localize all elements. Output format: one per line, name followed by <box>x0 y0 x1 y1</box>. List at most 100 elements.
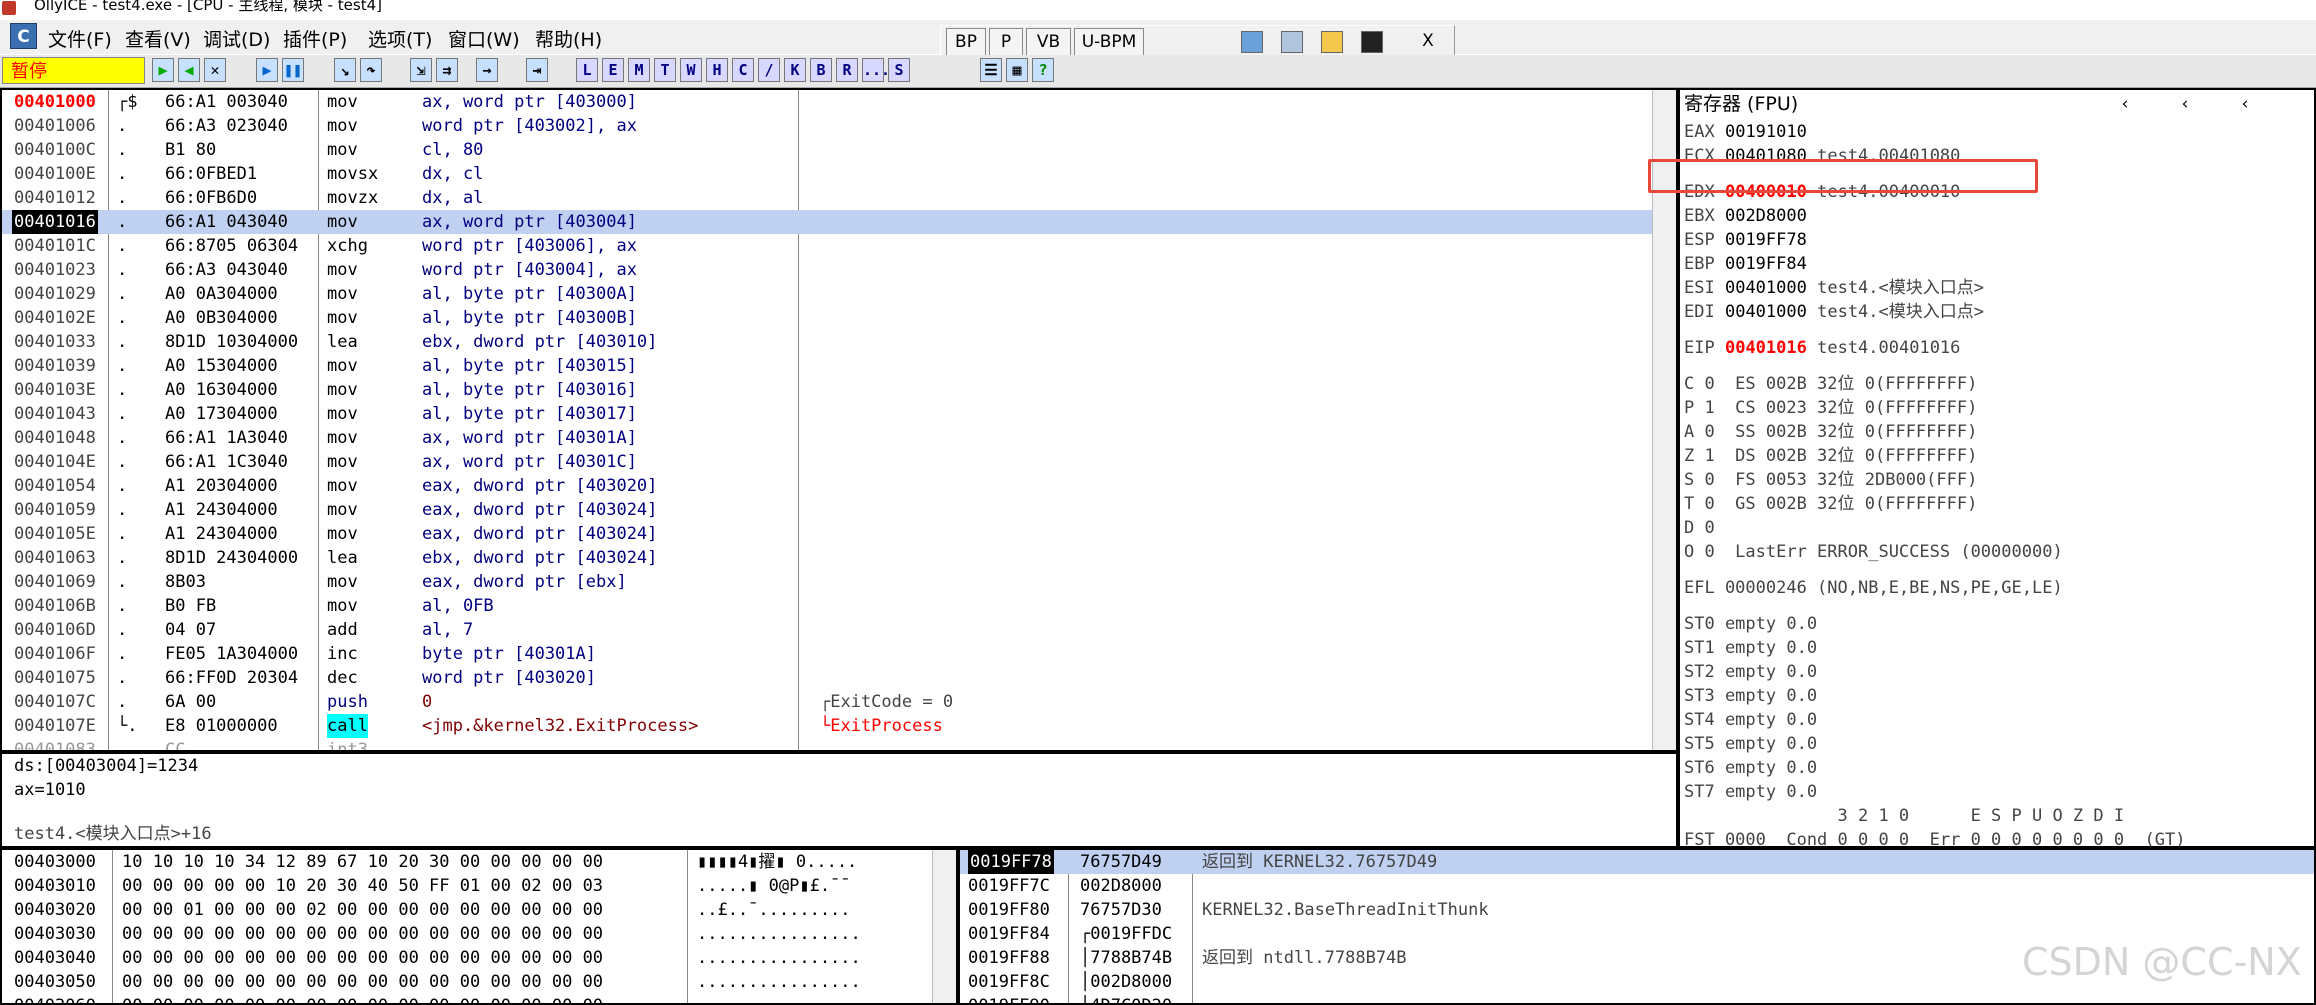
run-icon[interactable]: ▶ <box>256 58 278 82</box>
disasm-row[interactable]: 00401063. 8D1D 24304000 lea ebx, dword ptr … <box>2 546 1652 570</box>
callstack-window-button[interactable]: K <box>784 58 806 82</box>
close-plugin-toolbar-button[interactable]: X <box>1411 28 1445 56</box>
flag-row[interactable]: D 0 <box>1684 516 1715 540</box>
disasm-row[interactable]: 0040106F. FE05 1A304000 inc byte ptr [40301… <box>2 642 1652 666</box>
arrow-left-icon[interactable]: ‹ <box>2180 92 2190 116</box>
disasm-row[interactable]: 0040106B. B0 FB mov al, 0FB <box>2 594 1652 618</box>
disasm-row[interactable]: 00401000 ┌$ 66:A1 003040 mov ax, word ptr [4… <box>2 90 1652 114</box>
register-value[interactable]: 0019FF78 <box>1725 230 1807 250</box>
execute-till-return-icon[interactable]: → <box>476 58 498 82</box>
flag-row[interactable]: Z 1 DS 002B 32位 0(FFFFFFFF) <box>1684 444 1977 468</box>
folder-icon[interactable] <box>1321 31 1343 53</box>
flag-row[interactable]: C 0 ES 002B 32位 0(FFFFFFFF) <box>1684 372 1977 396</box>
flag-row[interactable]: P 1 CS 0023 32位 0(FFFFFFFF) <box>1684 396 1977 420</box>
fpu-st-row[interactable]: ST0 empty 0.0 <box>1684 612 1817 636</box>
disasm-row[interactable]: 0040105E. A1 24304000 mov eax, dword ptr [4… <box>2 522 1652 546</box>
log-window-button[interactable]: L <box>576 58 598 82</box>
source-window-button[interactable]: S <box>888 58 910 82</box>
register-esp[interactable]: ESP 0019FF78 <box>1684 228 1817 252</box>
breakpoints-window-button[interactable]: B <box>810 58 832 82</box>
stack-row[interactable]: 0019FF78 76757D49 返回到 KERNEL32.76757D49 <box>960 850 2314 874</box>
fpu-st-row[interactable]: ST4 empty 0.0 <box>1684 708 1817 732</box>
disasm-row[interactable]: 00401033. 8D1D 10304000 lea ebx, dword ptr … <box>2 330 1652 354</box>
register-ebp[interactable]: EBP 0019FF84 <box>1684 252 1817 276</box>
fpu-st-row[interactable]: ST1 empty 0.0 <box>1684 636 1817 660</box>
register-value[interactable]: 002D8000 <box>1725 206 1807 226</box>
register-value[interactable]: 00191010 <box>1725 122 1807 142</box>
disasm-row[interactable]: 00401006. 66:A3 023040 mov word ptr [403002… <box>2 114 1652 138</box>
p-button[interactable]: P <box>989 28 1023 56</box>
fpu-st-row[interactable]: ST2 empty 0.0 <box>1684 660 1817 684</box>
menu-view[interactable]: 查看(V) <box>125 25 191 52</box>
console-icon[interactable] <box>1361 31 1383 53</box>
trace-into-icon[interactable]: ⇲ <box>410 58 432 82</box>
trace-over-icon[interactable]: ⇉ <box>436 58 458 82</box>
handles-window-button[interactable]: H <box>706 58 728 82</box>
disasm-row[interactable]: 00401054. A1 20304000 mov eax, dword ptr [4… <box>2 474 1652 498</box>
windows-window-button[interactable]: W <box>680 58 702 82</box>
run-trace-window-button[interactable]: ... <box>862 58 890 82</box>
modules-window-button[interactable]: E <box>602 58 624 82</box>
fpu-st-row[interactable]: ST3 empty 0.0 <box>1684 684 1817 708</box>
disasm-row[interactable]: 0040107C. 6A 00 push 0 ┌ExitCode = 0 <box>2 690 1652 714</box>
disassembly-pane[interactable]: 00401000 ┌$ 66:A1 003040 mov ax, word ptr [4… <box>0 88 1678 752</box>
stack-row[interactable]: 0019FF90 │4D7C0D20 <box>960 994 2314 1003</box>
menu-debug[interactable]: 调试(D) <box>203 25 270 52</box>
disasm-row[interactable]: 0040107E └. E8 01000000 call <jmp.&kernel32.… <box>2 714 1652 738</box>
disasm-row[interactable]: 00401016. 66:A1 043040 mov ax, word ptr [40… <box>2 210 1652 234</box>
close-icon[interactable]: ✕ <box>204 58 226 82</box>
register-value[interactable]: 0019FF84 <box>1725 254 1807 274</box>
fpu-st-row[interactable]: ST6 empty 0.0 <box>1684 756 1817 780</box>
disasm-row[interactable]: 0040100E. 66:0FBED1 movsx dx, cl <box>2 162 1652 186</box>
registers-pane[interactable]: 寄存器 (FPU) ‹ ‹ ‹ EAX 00191010 ECX 0040108… <box>1678 88 2316 848</box>
register-value[interactable]: 00401000 <box>1725 302 1807 322</box>
step-over-icon[interactable]: ↷ <box>360 58 382 82</box>
disasm-row[interactable]: 00401023. 66:A3 043040 mov word ptr [403004… <box>2 258 1652 282</box>
dump-scrollbar[interactable] <box>932 850 956 1003</box>
flag-row[interactable]: S 0 FS 0053 32位 2DB000(FFF) <box>1684 468 1977 492</box>
menu-help[interactable]: 帮助(H) <box>535 25 602 52</box>
disasm-row[interactable]: 00401083 CC int3 <box>2 738 1652 750</box>
step-into-icon[interactable]: ↘ <box>334 58 356 82</box>
cpu-window-icon[interactable]: C <box>10 23 37 49</box>
disasm-row[interactable]: 00401039. A0 15304000 mov al, byte ptr [403… <box>2 354 1652 378</box>
stack-row[interactable]: 0019FF7C 002D8000 <box>960 874 2314 898</box>
registers-header[interactable]: 寄存器 (FPU) <box>1684 92 1798 116</box>
stack-row[interactable]: 0019FF80 76757D30 KERNEL32.BaseThreadInitT… <box>960 898 2314 922</box>
disasm-row[interactable]: 00401043. A0 17304000 mov al, byte ptr [403… <box>2 402 1652 426</box>
help-icon[interactable]: ? <box>1032 58 1054 82</box>
register-esi[interactable]: ESI 00401000 test4.<模块入口点> <box>1684 276 1984 300</box>
memory-window-button[interactable]: M <box>628 58 650 82</box>
fst-row[interactable]: FST 0000 Cond 0 0 0 0 Err 0 0 0 0 0 0 0 … <box>1684 828 2186 846</box>
register-eax[interactable]: EAX 00191010 <box>1684 120 1817 144</box>
disasm-row[interactable]: 0040103E. A0 16304000 mov al, byte ptr [403… <box>2 378 1652 402</box>
list-icon[interactable]: ☰ <box>980 58 1002 82</box>
disasm-row[interactable]: 00401012. 66:0FB6D0 movzx dx, al <box>2 186 1652 210</box>
vb-button[interactable]: VB <box>1026 28 1071 56</box>
threads-window-button[interactable]: T <box>654 58 676 82</box>
register-value[interactable]: 00401000 <box>1725 278 1807 298</box>
notepad-icon[interactable] <box>1281 31 1303 53</box>
disasm-row[interactable]: 0040100C. B1 80 mov cl, 80 <box>2 138 1652 162</box>
register-edi[interactable]: EDI 00401000 test4.<模块入口点> <box>1684 300 1984 324</box>
flag-row[interactable]: A 0 SS 002B 32位 0(FFFFFFFF) <box>1684 420 1977 444</box>
calculator-icon[interactable] <box>1241 31 1263 53</box>
memory-dump-pane[interactable]: 00403000 10 10 10 10 34 12 89 67 10 20 30… <box>0 848 958 1005</box>
arrow-left-icon[interactable]: ‹ <box>2120 92 2130 116</box>
register-ebx[interactable]: EBX 002D8000 <box>1684 204 1817 228</box>
flag-row[interactable]: O 0 LastErr ERROR_SUCCESS (00000000) <box>1684 540 2063 564</box>
disasm-row[interactable]: 00401048. 66:A1 1A3040 mov ax, word ptr [40… <box>2 426 1652 450</box>
efl-row[interactable]: EFL 00000246 (NO,NB,E,BE,NS,PE,GE,LE) <box>1684 576 2063 600</box>
menu-window[interactable]: 窗口(W) <box>448 25 520 52</box>
register-eip[interactable]: EIP 00401016 test4.00401016 <box>1684 336 1960 360</box>
menu-file[interactable]: 文件(F) <box>48 25 112 52</box>
menu-options[interactable]: 选项(T) <box>368 25 432 52</box>
fpu-st-row[interactable]: ST7 empty 0.0 <box>1684 780 1817 804</box>
menu-plugins[interactable]: 插件(P) <box>283 25 347 52</box>
references-window-button[interactable]: R <box>836 58 858 82</box>
rewind-icon[interactable]: ◀ <box>178 58 200 82</box>
disasm-row[interactable]: 0040104E. 66:A1 1C3040 mov ax, word ptr [40… <box>2 450 1652 474</box>
disasm-row[interactable]: 0040101C. 66:8705 06304 xchg word ptr [4030… <box>2 234 1652 258</box>
arrow-left-icon[interactable]: ‹ <box>2240 92 2250 116</box>
disasm-row[interactable]: 0040106D. 04 07 add al, 7 <box>2 618 1652 642</box>
